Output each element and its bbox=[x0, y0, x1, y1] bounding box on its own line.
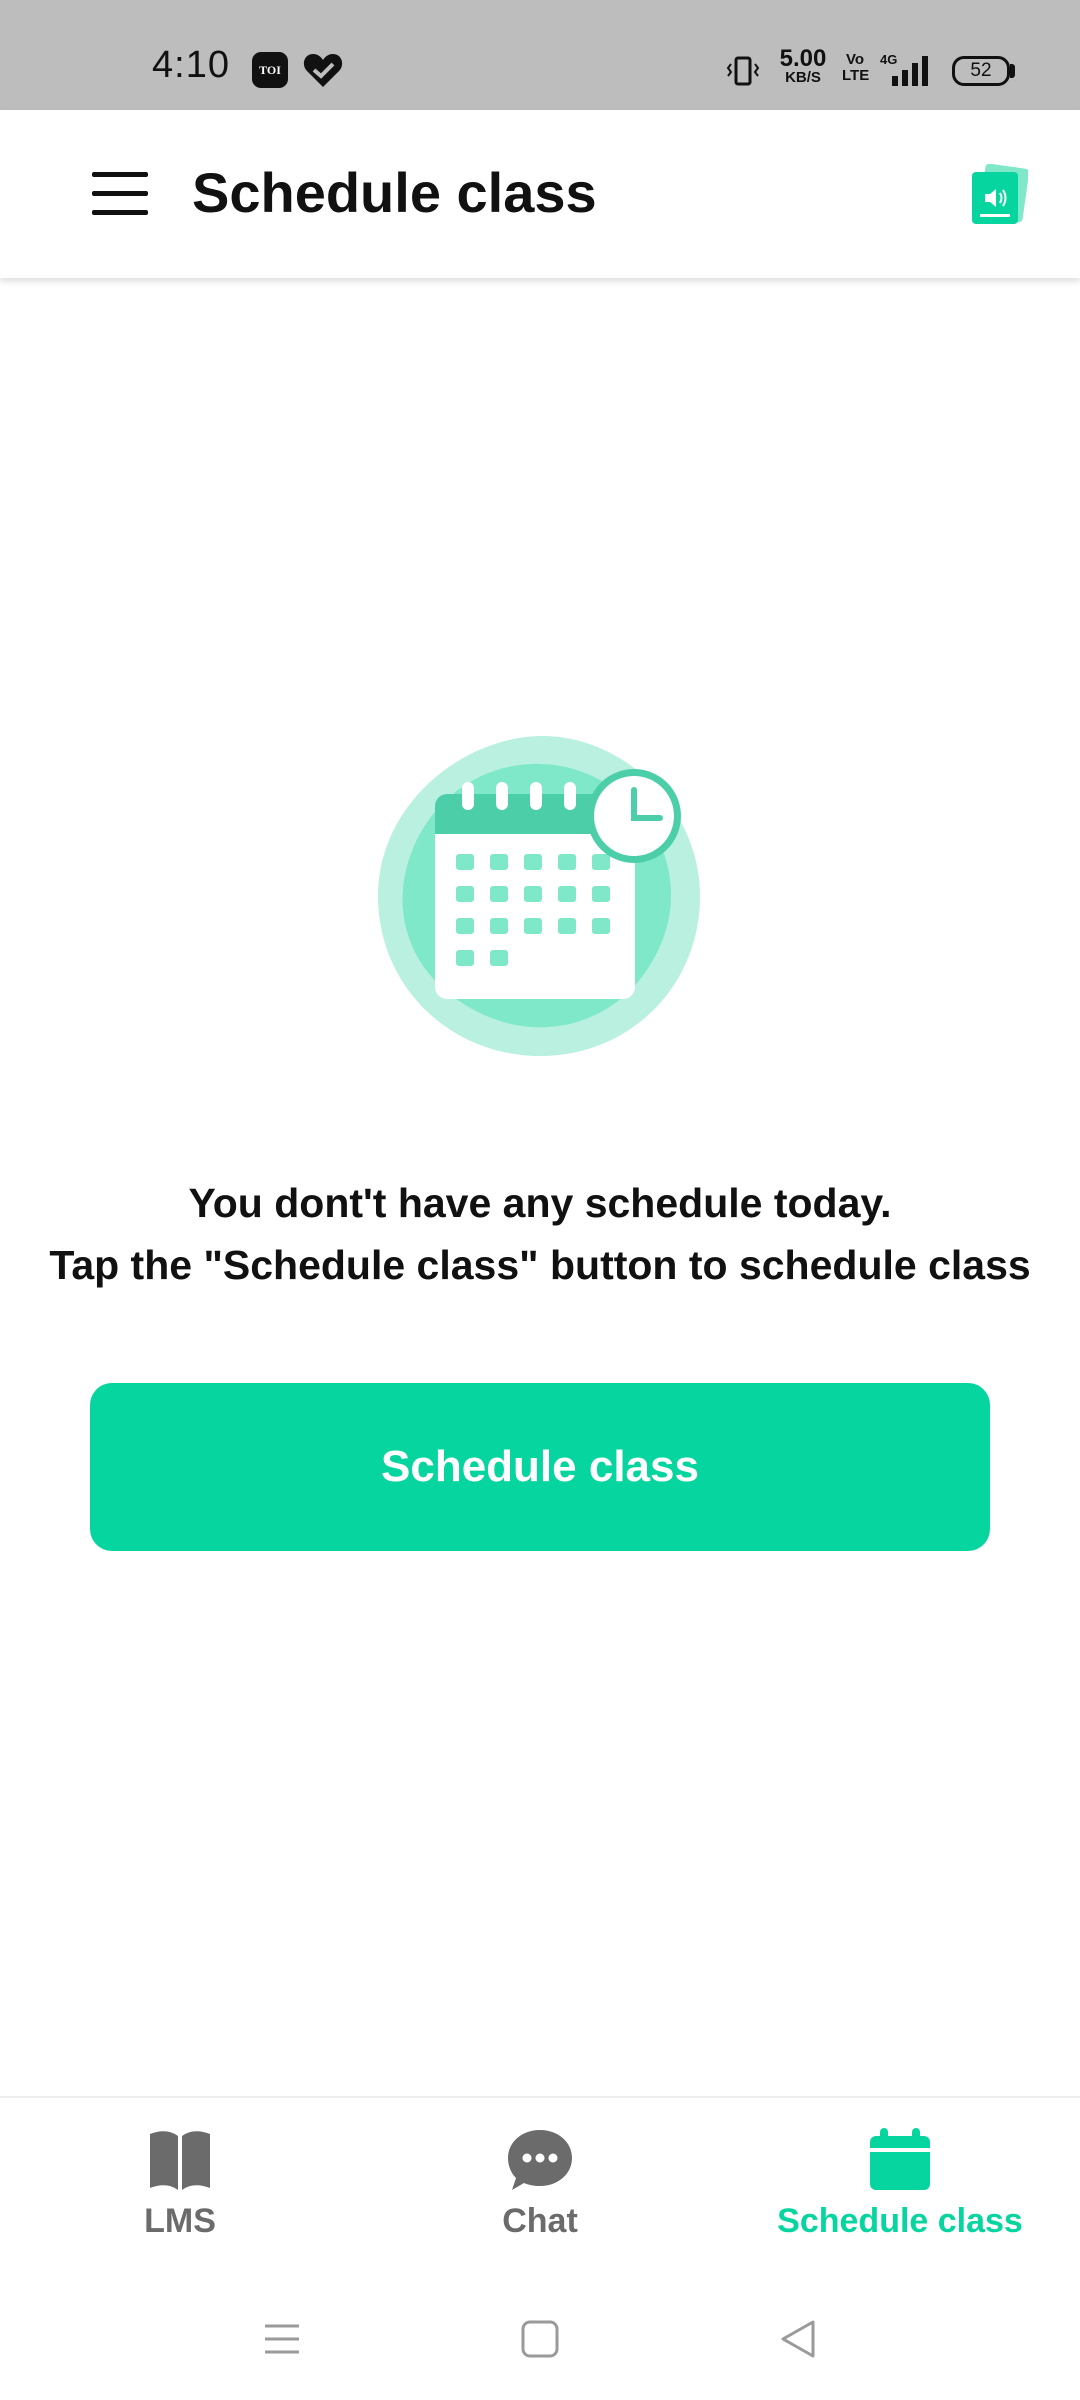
system-navigation-bar bbox=[0, 2280, 1080, 2400]
recent-apps-icon[interactable] bbox=[257, 2314, 307, 2364]
health-heart-icon bbox=[303, 54, 343, 87]
back-icon[interactable] bbox=[773, 2314, 823, 2364]
nav-label-chat: Chat bbox=[502, 2202, 578, 2240]
page-title: Schedule class bbox=[192, 161, 597, 224]
nav-label-schedule-class: Schedule class bbox=[777, 2202, 1023, 2240]
hamburger-menu-icon[interactable] bbox=[92, 172, 148, 216]
bottom-navigation: LMS Chat Schedule class bbox=[0, 2096, 1080, 2282]
calendar-icon bbox=[870, 2128, 930, 2190]
battery-tip bbox=[1010, 64, 1015, 78]
status-time: 4:10 bbox=[152, 44, 230, 86]
volte-icon: Vo LTE bbox=[842, 51, 870, 84]
network-speed: 5.00 KB/S bbox=[779, 45, 827, 86]
nav-item-lms[interactable]: LMS bbox=[0, 2098, 360, 2282]
vibrate-icon bbox=[726, 56, 760, 86]
battery-icon: 52 bbox=[952, 56, 1010, 86]
announcement-icon[interactable] bbox=[968, 164, 1028, 226]
toi-app-icon: TOI bbox=[252, 52, 288, 88]
calendar-clock-icon bbox=[378, 735, 700, 1056]
signal-4g-icon: 4G bbox=[880, 52, 928, 86]
schedule-class-button[interactable]: Schedule class bbox=[90, 1383, 990, 1551]
app-bar: Schedule class bbox=[0, 110, 1080, 278]
home-icon[interactable] bbox=[515, 2314, 565, 2364]
svg-text:4G: 4G bbox=[880, 52, 897, 67]
status-bar: 4:10 TOI 5.00 KB/S Vo LTE 4G 52 bbox=[0, 0, 1080, 110]
chat-bubble-icon bbox=[508, 2130, 572, 2190]
nav-item-chat[interactable]: Chat bbox=[360, 2098, 720, 2282]
book-icon bbox=[150, 2131, 210, 2190]
empty-state-message: You dont't have any schedule today. Tap … bbox=[0, 1172, 1080, 1296]
nav-label-lms: LMS bbox=[144, 2202, 216, 2240]
empty-state-line-1: You dont't have any schedule today. bbox=[188, 1180, 892, 1226]
empty-state-line-2: Tap the "Schedule class" button to sched… bbox=[49, 1242, 1031, 1288]
nav-item-schedule-class[interactable]: Schedule class bbox=[720, 2098, 1080, 2282]
